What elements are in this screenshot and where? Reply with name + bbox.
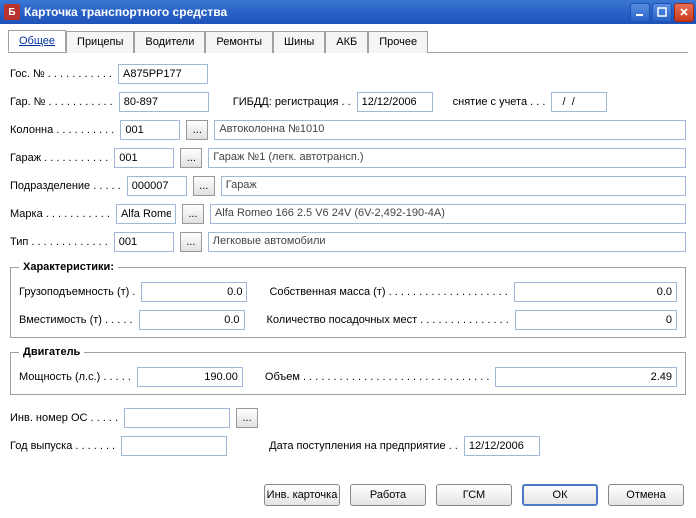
label-gar-no: Гар. № . . . . . . . . . . . (10, 96, 113, 108)
ok-button[interactable]: ОК (522, 484, 598, 506)
maximize-button[interactable] (652, 3, 672, 22)
tip-text: Легковые автомобили (208, 232, 686, 252)
tab-akb[interactable]: АКБ (325, 31, 368, 53)
marka-lookup-button[interactable]: ... (182, 204, 204, 224)
gar-no-input[interactable] (119, 92, 209, 112)
obem-input[interactable] (495, 367, 677, 387)
titlebar: Б Карточка транспортного средства (0, 0, 696, 24)
label-moshch: Мощность (л.с.) . . . . . (19, 371, 131, 383)
characteristics-legend: Характеристики: (19, 261, 118, 273)
tip-lookup-button[interactable]: ... (180, 232, 202, 252)
inv-card-button[interactable]: Инв. карточка (264, 484, 340, 506)
moshch-input[interactable] (137, 367, 243, 387)
label-gibdd-reg: ГИБДД: регистрация . . (233, 96, 351, 108)
kolpos-input[interactable] (515, 310, 677, 330)
podrazd-lookup-button[interactable]: ... (193, 176, 215, 196)
gos-no-input[interactable] (118, 64, 208, 84)
label-kolonna: Колонна . . . . . . . . . . (10, 124, 114, 136)
characteristics-fieldset: Характеристики: Грузоподъемность (т) . С… (10, 261, 686, 338)
window-controls (630, 3, 694, 22)
gruz-input[interactable] (141, 282, 247, 302)
label-podrazd: Подразделение . . . . . (10, 180, 121, 192)
tab-content: Гос. № . . . . . . . . . . . Гар. № . . … (8, 61, 688, 476)
god-input[interactable] (121, 436, 227, 456)
app-icon: Б (4, 4, 20, 20)
label-vmest: Вместимость (т) . . . . . (19, 314, 133, 326)
label-garage: Гараж . . . . . . . . . . . (10, 152, 108, 164)
minimize-button[interactable] (630, 3, 650, 22)
tip-code-input[interactable] (114, 232, 174, 252)
garage-lookup-button[interactable]: ... (180, 148, 202, 168)
sobst-input[interactable] (514, 282, 677, 302)
client-area: Общее Прицепы Водители Ремонты Шины АКБ … (0, 24, 696, 518)
engine-legend: Двигатель (19, 346, 84, 358)
marka-text: Alfa Romeo 166 2.5 V6 24V (6V-2,492-190-… (210, 204, 686, 224)
label-snyatie: снятие с учета . . . (453, 96, 546, 108)
label-gos-no: Гос. № . . . . . . . . . . . (10, 68, 112, 80)
label-kolpos: Количество посадочных мест . . . . . . .… (267, 314, 509, 326)
tab-bar: Общее Прицепы Водители Ремонты Шины АКБ … (8, 30, 688, 53)
garage-text: Гараж №1 (легк. автотрансп.) (208, 148, 686, 168)
podrazd-code-input[interactable] (127, 176, 187, 196)
tab-trailers[interactable]: Прицепы (66, 31, 134, 53)
inv-input[interactable] (124, 408, 230, 428)
snyatie-input[interactable] (551, 92, 607, 112)
data-post-input[interactable] (464, 436, 540, 456)
close-button[interactable] (674, 3, 694, 22)
garage-code-input[interactable] (114, 148, 174, 168)
label-data-post: Дата поступления на предприятие . . (269, 440, 458, 452)
tab-other[interactable]: Прочее (368, 31, 428, 53)
vmest-input[interactable] (139, 310, 245, 330)
label-obem: Объем . . . . . . . . . . . . . . . . . … (265, 371, 490, 383)
label-gruz: Грузоподъемность (т) . (19, 286, 135, 298)
label-tip: Тип . . . . . . . . . . . . . (10, 236, 108, 248)
window: Б Карточка транспортного средства Общее … (0, 0, 696, 518)
tab-tires[interactable]: Шины (273, 31, 325, 53)
kolonna-text: Автоколонна №1010 (214, 120, 686, 140)
label-sobst: Собственная масса (т) . . . . . . . . . … (269, 286, 507, 298)
engine-fieldset: Двигатель Мощность (л.с.) . . . . . Объе… (10, 346, 686, 395)
podrazd-text: Гараж (221, 176, 686, 196)
tab-general[interactable]: Общее (8, 30, 66, 52)
tab-drivers[interactable]: Водители (134, 31, 205, 53)
rabota-button[interactable]: Работа (350, 484, 426, 506)
inv-lookup-button[interactable]: ... (236, 408, 258, 428)
window-title: Карточка транспортного средства (24, 5, 630, 19)
label-god: Год выпуска . . . . . . . (10, 440, 115, 452)
cancel-button[interactable]: Отмена (608, 484, 684, 506)
gibdd-reg-input[interactable] (357, 92, 433, 112)
label-marka: Марка . . . . . . . . . . . (10, 208, 110, 220)
tab-repairs[interactable]: Ремонты (205, 31, 273, 53)
kolonna-lookup-button[interactable]: ... (186, 120, 208, 140)
kolonna-code-input[interactable] (120, 120, 180, 140)
button-bar: Инв. карточка Работа ГСМ ОК Отмена (8, 476, 688, 510)
gsm-button[interactable]: ГСМ (436, 484, 512, 506)
marka-code-input[interactable] (116, 204, 176, 224)
label-inv: Инв. номер ОС . . . . . (10, 412, 118, 424)
